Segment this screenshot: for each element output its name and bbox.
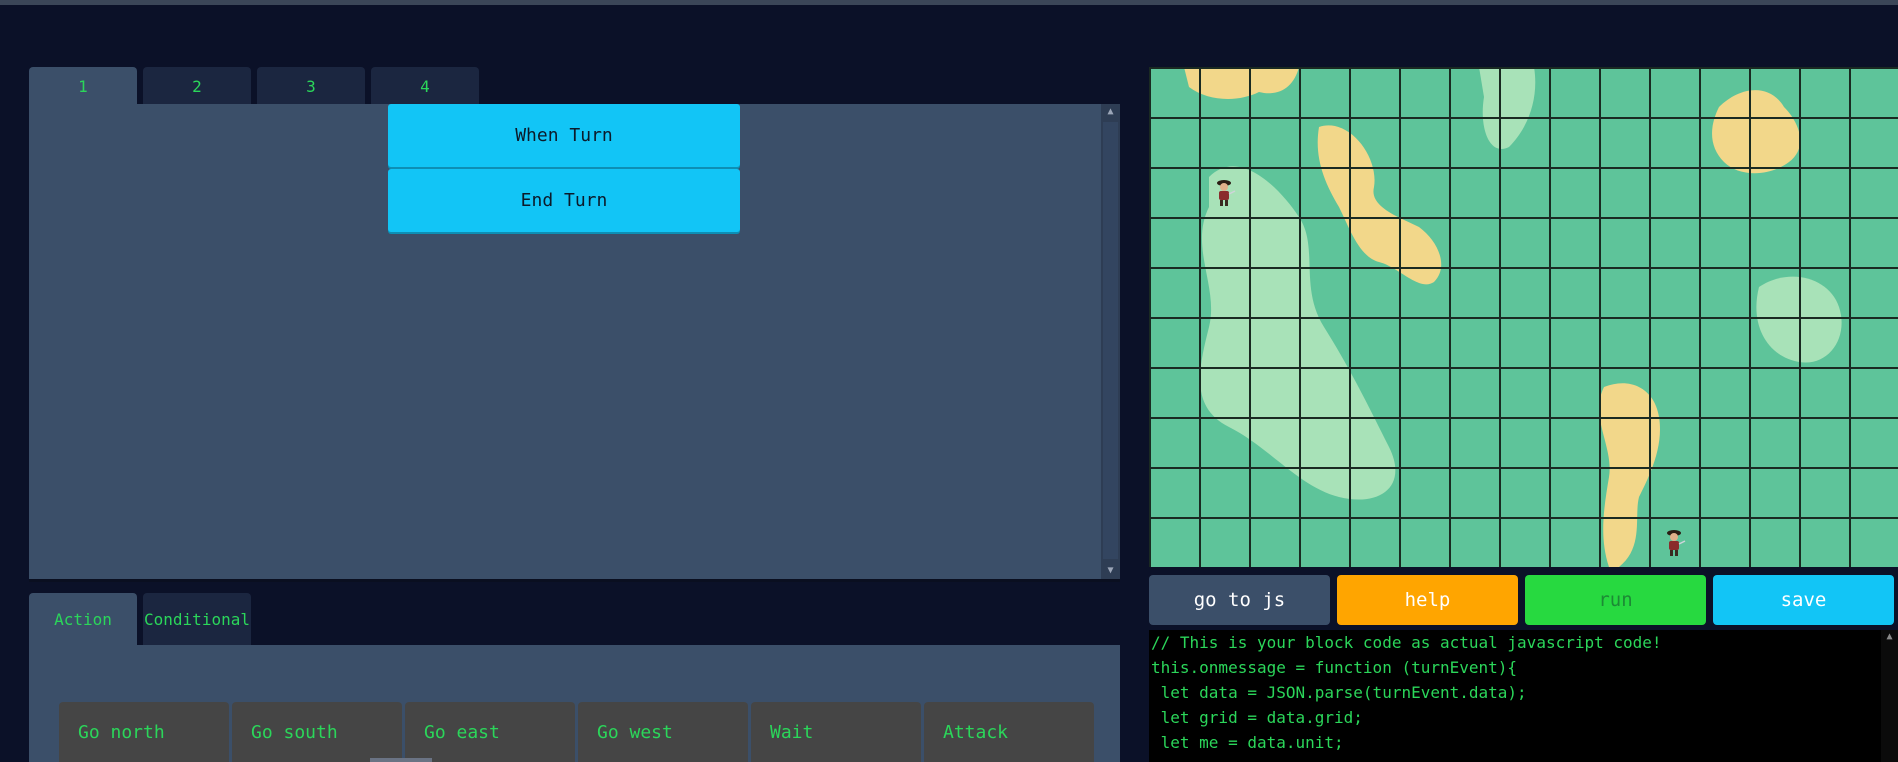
category-tabs: Action Conditional	[29, 593, 251, 645]
code-line: this.onmessage = function (turnEvent){	[1151, 658, 1518, 677]
workspace-divider	[29, 579, 1120, 582]
scroll-up-icon[interactable]: ▲	[1881, 630, 1898, 644]
tab-action[interactable]: Action	[29, 593, 137, 645]
workspace-scroll-thumb[interactable]	[1103, 122, 1118, 559]
code-line: let data = JSON.parse(turnEvent.data);	[1151, 683, 1527, 702]
go-north-block[interactable]: Go north	[59, 702, 229, 762]
control-buttons: go to js help run save	[1149, 575, 1894, 625]
pirate-icon[interactable]	[1212, 177, 1236, 207]
pirate-icon[interactable]	[1662, 527, 1686, 557]
go-west-block[interactable]: Go west	[578, 702, 748, 762]
help-button[interactable]: help	[1337, 575, 1518, 625]
end-turn-block[interactable]: End Turn	[388, 169, 740, 232]
scroll-up-icon[interactable]: ▲	[1101, 104, 1120, 120]
wait-block[interactable]: Wait	[751, 702, 921, 762]
attack-block[interactable]: Attack	[924, 702, 1094, 762]
workspace-tab-4[interactable]: 4	[371, 67, 479, 105]
palette-block-list: Go north Go south Go east Go west Wait A…	[59, 702, 1094, 762]
code-scrollbar[interactable]: ▲	[1881, 630, 1898, 762]
scroll-down-icon[interactable]: ▼	[1101, 563, 1120, 579]
tab-conditional[interactable]: Conditional	[143, 593, 251, 645]
workspace-tabs: 1 2 3 4	[29, 67, 479, 105]
workspace-tab-3[interactable]: 3	[257, 67, 365, 105]
workspace-tab-1[interactable]: 1	[29, 67, 137, 105]
horizontal-scrollbar-thumb[interactable]	[370, 758, 432, 762]
run-button[interactable]: run	[1525, 575, 1706, 625]
go-to-js-button[interactable]: go to js	[1149, 575, 1330, 625]
workspace-scrollbar[interactable]: ▲ ▼	[1101, 104, 1120, 579]
code-line: let grid = data.grid;	[1151, 708, 1363, 727]
code-line: // This is your block code as actual jav…	[1151, 633, 1662, 652]
window-top-bar	[0, 0, 1898, 5]
code-editor[interactable]: // This is your block code as actual jav…	[1149, 630, 1898, 762]
block-workspace[interactable]: When Turn End Turn ▲ ▼	[29, 104, 1120, 579]
game-map[interactable]	[1149, 67, 1898, 567]
block-palette: Go north Go south Go east Go west Wait A…	[29, 645, 1120, 762]
map-units	[1149, 67, 1898, 567]
code-line: let me = data.unit;	[1151, 733, 1344, 752]
go-south-block[interactable]: Go south	[232, 702, 402, 762]
go-east-block[interactable]: Go east	[405, 702, 575, 762]
when-turn-block[interactable]: When Turn	[388, 104, 740, 167]
workspace-tab-2[interactable]: 2	[143, 67, 251, 105]
save-button[interactable]: save	[1713, 575, 1894, 625]
